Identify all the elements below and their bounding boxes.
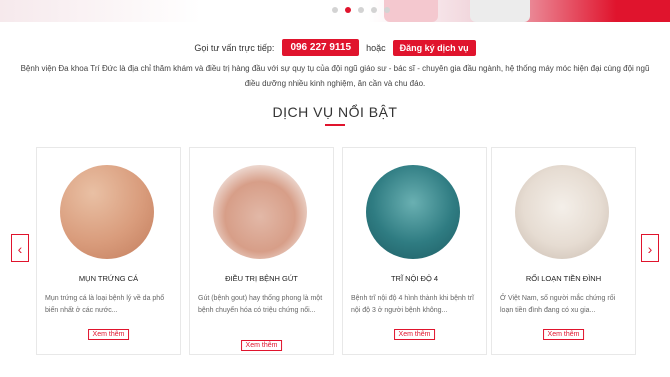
consult-bar: Gọi tư vấn trực tiếp: 096 227 9115 hoặc … bbox=[0, 39, 670, 56]
acne-image[interactable] bbox=[60, 165, 154, 259]
service-title[interactable]: MỤN TRỨNG CÁ bbox=[37, 274, 180, 283]
slider-dot[interactable] bbox=[371, 7, 377, 13]
intro-text: Bệnh viện Đa khoa Trí Đức là địa chỉ thă… bbox=[20, 64, 650, 88]
service-card-hemorrhoid[interactable]: TRĨ NỘI ĐỘ 4 Bệnh trĩ nội độ 4 hình thàn… bbox=[342, 147, 487, 355]
read-more-button[interactable]: Xem thêm bbox=[542, 329, 585, 340]
slider-dot[interactable] bbox=[358, 7, 364, 13]
vertigo-image[interactable] bbox=[515, 165, 609, 259]
service-title[interactable]: RỐI LOẠN TIỀN ĐÌNH bbox=[492, 274, 635, 283]
section-title: DỊCH VỤ NỔI BẬT bbox=[272, 104, 398, 120]
carousel-next-button[interactable]: › bbox=[641, 234, 659, 262]
service-description: Mụn trứng cá là loại bệnh lý về da phổ b… bbox=[45, 295, 165, 314]
service-description: Ở Việt Nam, số người mắc chứng rối loạn … bbox=[500, 295, 616, 314]
hero-image-person-right bbox=[470, 0, 530, 22]
service-card-vertigo[interactable]: RỐI LOẠN TIỀN ĐÌNH Ở Việt Nam, số người … bbox=[491, 147, 636, 355]
gout-image[interactable] bbox=[213, 165, 307, 259]
phone-button[interactable]: 096 227 9115 bbox=[282, 39, 360, 56]
service-card-acne[interactable]: MỤN TRỨNG CÁ Mụn trứng cá là loại bệnh l… bbox=[36, 147, 181, 355]
service-description: Bệnh trĩ nội độ 4 hình thành khi bệnh tr… bbox=[351, 295, 474, 314]
slider-dot[interactable] bbox=[332, 7, 338, 13]
title-underline bbox=[325, 124, 345, 126]
service-card-gout[interactable]: ĐIỀU TRỊ BỆNH GÚT Gút (bệnh gout) hay th… bbox=[189, 147, 334, 355]
read-more-button[interactable]: Xem thêm bbox=[393, 329, 436, 340]
register-service-button[interactable]: Đăng ký dịch vụ bbox=[392, 39, 476, 56]
carousel-prev-button[interactable]: ‹ bbox=[11, 234, 29, 262]
read-more-button[interactable]: Xem thêm bbox=[240, 340, 283, 351]
surgery-image[interactable] bbox=[366, 165, 460, 259]
consult-label: Gọi tư vấn trực tiếp: bbox=[194, 42, 275, 53]
read-more-button[interactable]: Xem thêm bbox=[87, 329, 130, 340]
hero-banner bbox=[0, 0, 670, 22]
slider-dots bbox=[332, 7, 390, 13]
or-text: hoặc bbox=[366, 42, 386, 53]
slider-dot-active[interactable] bbox=[345, 7, 351, 13]
hero-image-person-left bbox=[384, 0, 438, 22]
slider-dot[interactable] bbox=[384, 7, 390, 13]
service-description: Gút (bệnh gout) hay thống phong là một b… bbox=[198, 295, 323, 314]
service-title[interactable]: ĐIỀU TRỊ BỆNH GÚT bbox=[190, 274, 333, 283]
service-title[interactable]: TRĨ NỘI ĐỘ 4 bbox=[343, 274, 486, 283]
